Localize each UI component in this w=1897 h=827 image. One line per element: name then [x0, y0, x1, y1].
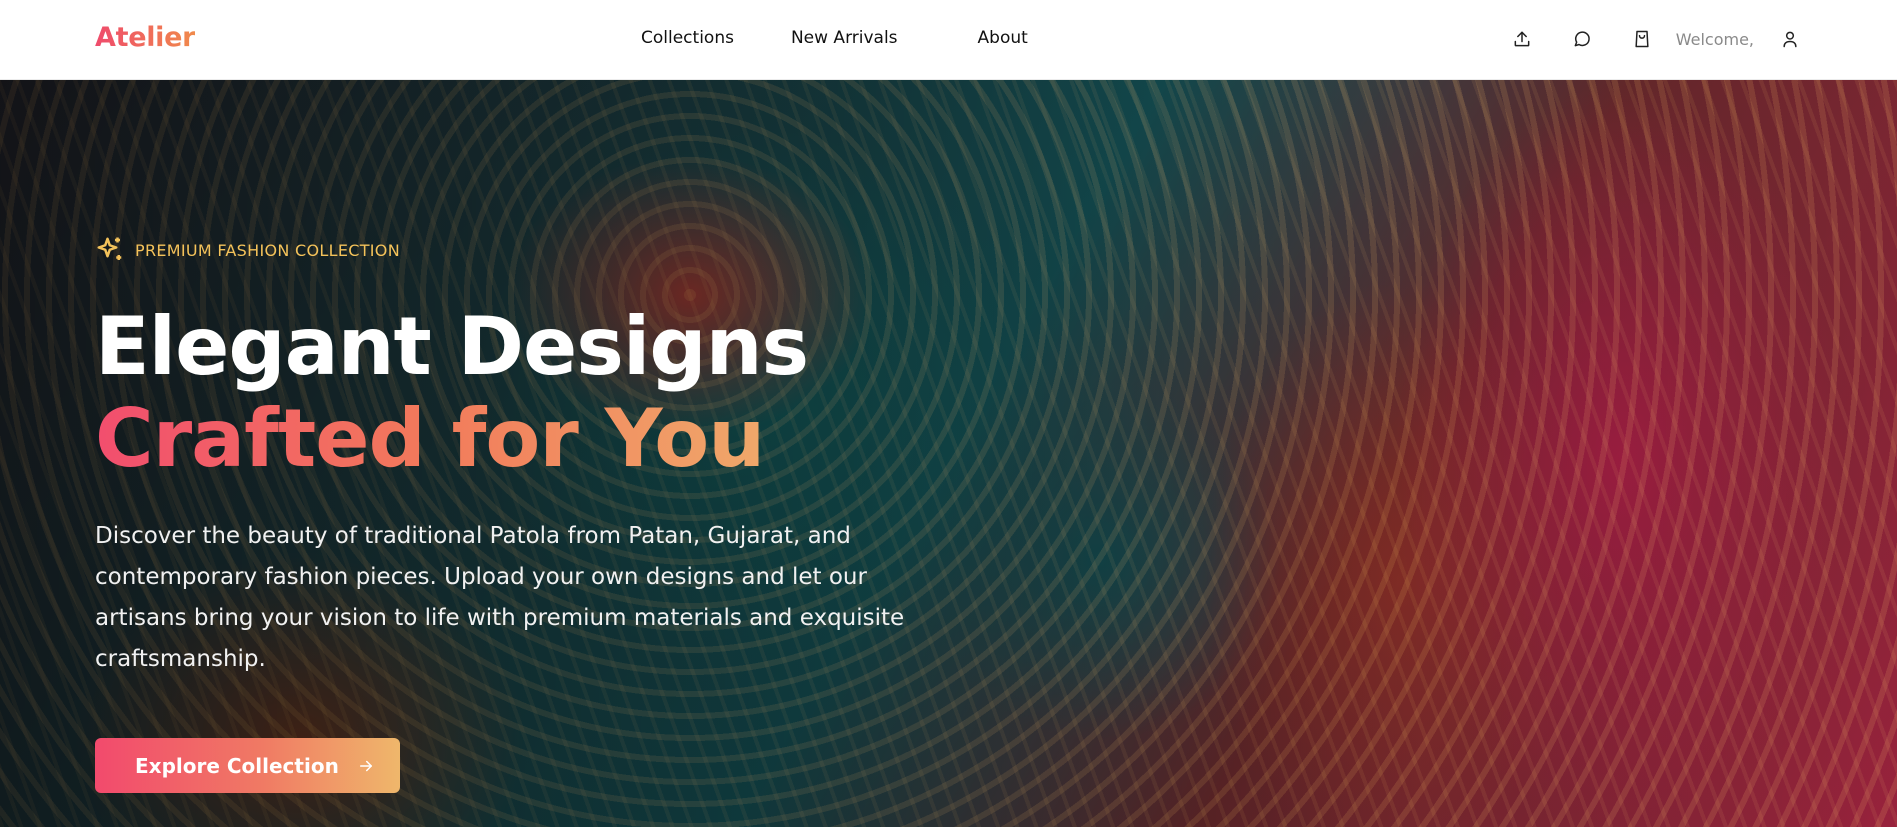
hero-section: PREMIUM FASHION COLLECTION Elegant Desig… [0, 80, 1897, 827]
hero-description: Discover the beauty of traditional Patol… [95, 523, 905, 672]
badge-label: PREMIUM FASHION COLLECTION [135, 240, 400, 260]
nav-actions: Welcome, [1510, 27, 1802, 51]
upload-icon[interactable] [1510, 27, 1534, 51]
message-icon[interactable] [1570, 27, 1594, 51]
sparkles-icon [97, 237, 122, 260]
shopping-bag-icon[interactable] [1630, 27, 1654, 51]
explore-collection-button[interactable]: Explore Collection [95, 738, 400, 793]
arrow-right-icon [359, 760, 372, 771]
hero-headline-line2: Crafted for You [95, 392, 765, 485]
explore-collection-label: Explore Collection [135, 753, 339, 778]
brand-logo[interactable]: Atelier [95, 22, 195, 53]
nav-link-new-arrivals[interactable]: New Arrivals [791, 28, 898, 48]
top-navbar: Atelier Collections New Arrivals About W… [0, 0, 1897, 80]
nav-link-collections[interactable]: Collections [641, 28, 734, 48]
hero-headline-line1: Elegant Designs [95, 300, 809, 393]
nav-link-about[interactable]: About [978, 28, 1028, 48]
collection-badge: PREMIUM FASHION COLLECTION [95, 235, 400, 265]
main-nav: Collections New Arrivals About [641, 28, 1028, 48]
user-icon[interactable] [1778, 27, 1802, 51]
welcome-text: Welcome, [1675, 29, 1754, 49]
